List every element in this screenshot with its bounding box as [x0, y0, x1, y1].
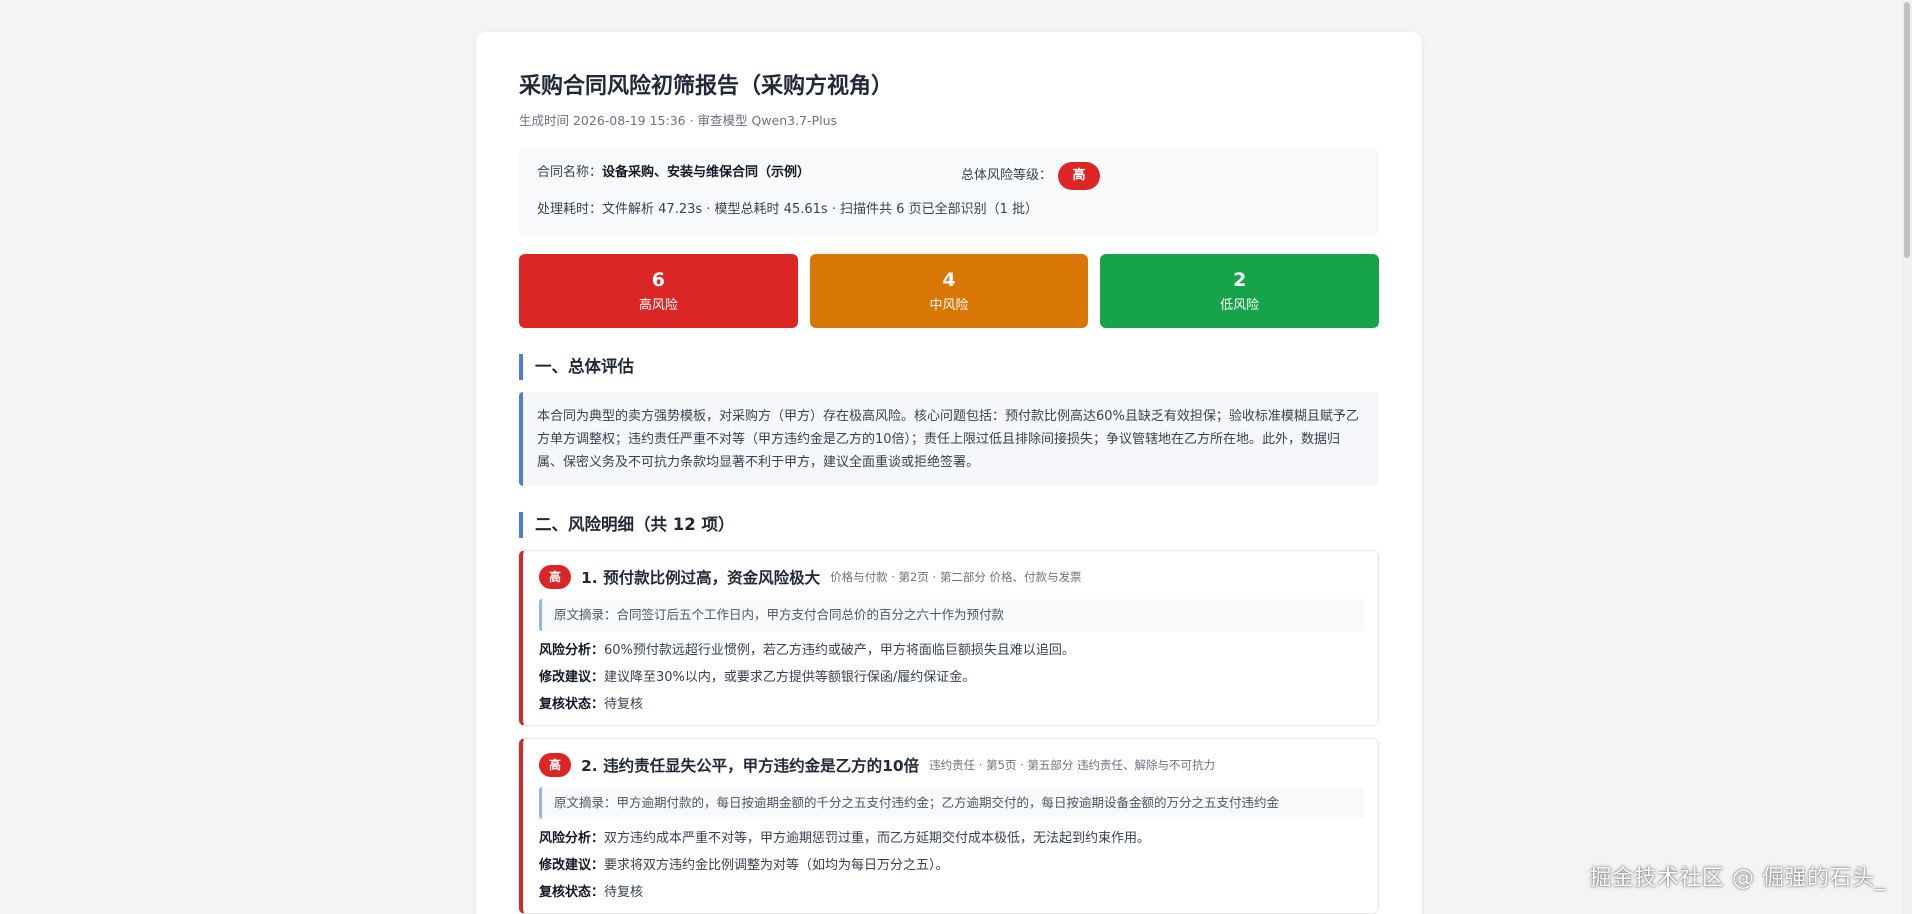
page-scrollbar[interactable]	[1902, 0, 1912, 914]
risk-item-title: 2. 违约责任显失公平，甲方违约金是乙方的10倍	[581, 757, 920, 775]
high-risk-count: 6	[651, 269, 665, 291]
medium-risk-stat: 4 中风险	[809, 254, 1089, 328]
severity-badge: 高	[539, 753, 571, 777]
risk-stats: 6 高风险 4 中风险 2 低风险	[519, 254, 1380, 328]
review-status-label: 复核状态：	[539, 885, 605, 900]
contract-name-label: 合同名称：	[537, 165, 603, 180]
low-risk-label: 低风险	[1220, 298, 1260, 313]
risk-item-quote: 原文摘录：甲方逾期付款的，每日按逾期金额的千分之五支付违约金；乙方逾期交付的，每…	[539, 787, 1364, 819]
review-status-value: 待复核	[604, 697, 644, 712]
review-status-row: 复核状态：待复核	[539, 883, 1364, 903]
high-risk-stat: 6 高风险	[519, 254, 798, 328]
suggestion-row: 修改建议：建议降至30%以内，或要求乙方提供等额银行保函/履约保证金。	[539, 668, 1364, 688]
page-title: 采购合同风险初筛报告（采购方视角）	[519, 74, 894, 99]
report-card: 采购合同风险初筛报告（采购方视角） 生成时间 2026-08-19 15:36 …	[476, 32, 1422, 914]
overall-level-label: 总体风险等级：	[961, 168, 1053, 183]
suggestion-label: 修改建议：	[539, 858, 605, 873]
suggestion-text: 建议降至30%以内，或要求乙方提供等额银行保函/履约保证金。	[604, 670, 976, 685]
risk-analysis-text: 双方违约成本严重不对等，甲方逾期惩罚过重，而乙方延期交付成本极低，无法起到约束作…	[604, 831, 1151, 846]
risk-item-tag: 违约责任 · 第5页 · 第五部分 违约责任、解除与不可抗力	[929, 758, 1216, 772]
review-status-value: 待复核	[604, 885, 644, 900]
severity-badge: 高	[539, 565, 571, 589]
review-status-label: 复核状态：	[539, 697, 605, 712]
watermark: 掘金技术社区 @ 倔强的石头_	[1589, 866, 1886, 891]
risk-analysis-row: 风险分析：双方违约成本严重不对等，甲方逾期惩罚过重，而乙方延期交付成本极低，无法…	[539, 829, 1364, 849]
medium-risk-count: 4	[942, 269, 956, 291]
scrollbar-thumb[interactable]	[1904, 2, 1910, 258]
suggestion-row: 修改建议：要求将双方违约金比例调整为对等（如均为每日万分之五）。	[539, 856, 1364, 876]
risk-item-card: 高 1. 预付款比例过高，资金风险极大 价格与付款 · 第2页 · 第二部分 价…	[519, 550, 1379, 726]
overall-level-badge: 高	[1058, 162, 1101, 190]
low-risk-count: 2	[1233, 269, 1247, 291]
risk-item-header: 高 2. 违约责任显失公平，甲方违约金是乙方的10倍 违约责任 · 第5页 · …	[539, 751, 1364, 779]
medium-risk-label: 中风险	[929, 298, 969, 313]
risk-item-quote: 原文摘录：合同签订后五个工作日内，甲方支付合同总价的百分之六十作为预付款	[539, 599, 1364, 631]
overall-level-row: 总体风险等级： 高	[961, 162, 1101, 190]
suggestion-text: 要求将双方违约金比例调整为对等（如均为每日万分之五）。	[604, 858, 949, 873]
suggestion-label: 修改建议：	[539, 670, 605, 685]
processing-time-value: 文件解析 47.23s · 模型总耗时 45.61s · 扫描件共 6 页已全部…	[602, 202, 1038, 217]
risk-item-tag: 价格与付款 · 第2页 · 第二部分 价格、付款与发票	[830, 570, 1082, 584]
processing-time-label: 处理耗时：	[537, 202, 603, 217]
details-section-title: 二、风险明细（共 12 项）	[519, 512, 1379, 538]
risk-item-title: 1. 预付款比例过高，资金风险极大	[581, 569, 821, 587]
risk-analysis-label: 风险分析：	[539, 831, 605, 846]
overview-text: 本合同为典型的卖方强势模板，对采购方（甲方）存在极高风险。核心问题包括：预付款比…	[519, 392, 1379, 486]
high-risk-label: 高风险	[638, 298, 678, 313]
low-risk-stat: 2 低风险	[1100, 254, 1380, 328]
risk-analysis-row: 风险分析：60%预付款远超行业惯例，若乙方违约或破产，甲方将面临巨额损失且难以追…	[539, 641, 1364, 661]
risk-analysis-label: 风险分析：	[539, 643, 605, 658]
report-subtitle: 生成时间 2026-08-19 15:36 · 审查模型 Qwen3.7-Plu…	[519, 113, 838, 128]
overview-section-title: 一、总体评估	[519, 354, 1379, 380]
contract-meta-box: 合同名称：设备采购、安装与维保合同（示例） 总体风险等级： 高 处理耗时：文件解…	[519, 148, 1379, 236]
review-status-row: 复核状态：待复核	[539, 695, 1364, 715]
risk-item-card: 高 2. 违约责任显失公平，甲方违约金是乙方的10倍 违约责任 · 第5页 · …	[519, 738, 1379, 914]
contract-name-row: 合同名称：设备采购、安装与维保合同（示例）	[537, 163, 810, 183]
contract-name-value: 设备采购、安装与维保合同（示例）	[602, 165, 811, 180]
processing-time-row: 处理耗时：文件解析 47.23s · 模型总耗时 45.61s · 扫描件共 6…	[537, 200, 1038, 220]
risk-analysis-text: 60%预付款远超行业惯例，若乙方违约或破产，甲方将面临巨额损失且难以追回。	[604, 643, 1075, 658]
risk-item-header: 高 1. 预付款比例过高，资金风险极大 价格与付款 · 第2页 · 第二部分 价…	[539, 563, 1364, 591]
